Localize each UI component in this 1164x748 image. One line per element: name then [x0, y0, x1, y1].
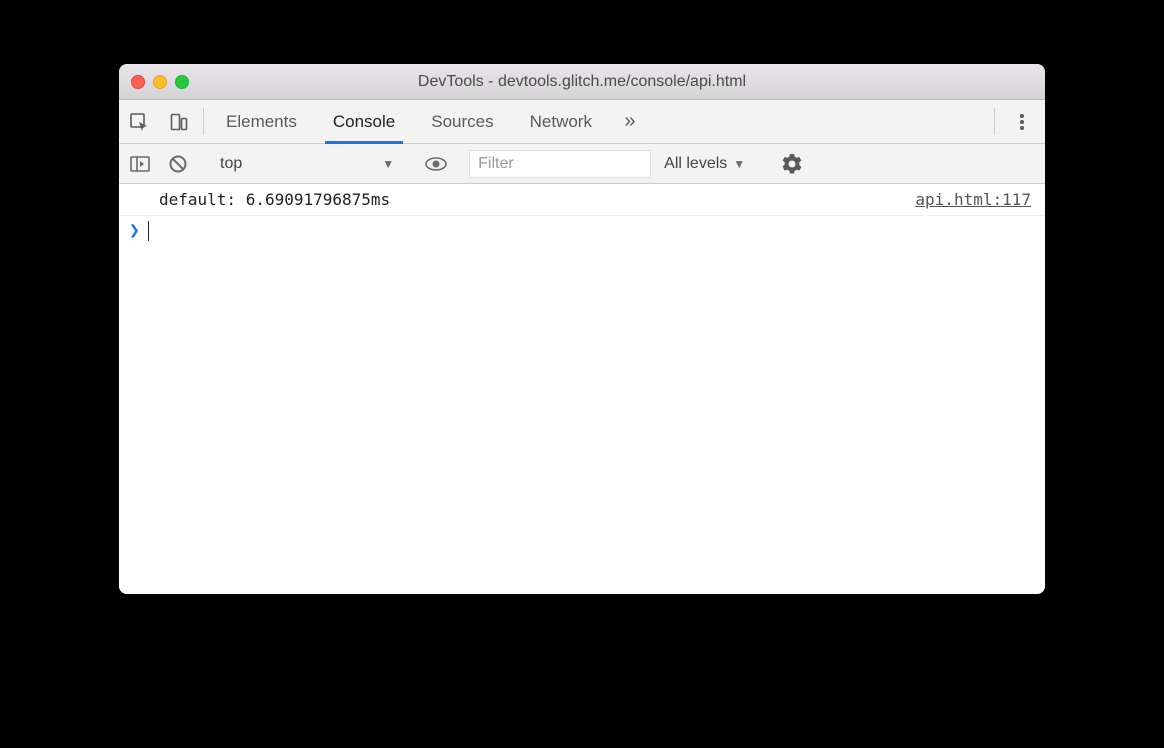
chevron-right-double-icon: »: [624, 110, 635, 133]
console-toolbar: top ▼ All levels ▼: [119, 144, 1045, 184]
console-log-row[interactable]: default: 6.69091796875ms api.html:117: [119, 184, 1045, 216]
chevron-down-icon: ▼: [733, 157, 745, 171]
tab-elements[interactable]: Elements: [208, 100, 315, 143]
inspect-element-icon[interactable]: [119, 100, 159, 143]
window-title: DevTools - devtools.glitch.me/console/ap…: [119, 73, 1045, 91]
tab-network[interactable]: Network: [512, 100, 610, 143]
close-window-button[interactable]: [131, 75, 145, 89]
log-levels-select[interactable]: All levels ▼: [654, 155, 755, 173]
clear-console-icon[interactable]: [161, 148, 195, 180]
text-cursor: [148, 221, 150, 241]
window-controls: [131, 75, 189, 89]
tab-console[interactable]: Console: [315, 100, 413, 143]
panel-tabs: Elements Console Sources Network: [208, 100, 610, 143]
live-expression-icon[interactable]: [419, 148, 453, 180]
divider: [994, 108, 995, 135]
console-output: default: 6.69091796875ms api.html:117 ❯: [119, 184, 1045, 594]
main-tabbar: Elements Console Sources Network »: [119, 100, 1045, 144]
context-label: top: [220, 155, 242, 173]
device-toolbar-icon[interactable]: [159, 100, 199, 143]
titlebar: DevTools - devtools.glitch.me/console/ap…: [119, 64, 1045, 100]
devtools-window: DevTools - devtools.glitch.me/console/ap…: [119, 64, 1045, 594]
log-source-link[interactable]: api.html:117: [915, 190, 1031, 209]
chevron-down-icon: ▼: [382, 157, 394, 171]
divider: [203, 108, 204, 135]
tab-label: Sources: [431, 112, 493, 132]
tab-sources[interactable]: Sources: [413, 100, 511, 143]
minimize-window-button[interactable]: [153, 75, 167, 89]
zoom-window-button[interactable]: [175, 75, 189, 89]
log-message: default: 6.69091796875ms: [159, 190, 390, 209]
settings-menu-button[interactable]: [999, 100, 1045, 143]
prompt-chevron-icon: ❯: [129, 220, 140, 241]
tab-label: Console: [333, 112, 395, 132]
filter-input[interactable]: [470, 151, 650, 177]
toggle-console-sidebar-icon[interactable]: [123, 148, 157, 180]
tab-label: Elements: [226, 112, 297, 132]
tab-label: Network: [530, 112, 592, 132]
execution-context-select[interactable]: top ▼: [212, 155, 402, 173]
levels-label: All levels: [664, 155, 727, 173]
more-tabs-button[interactable]: »: [610, 100, 650, 143]
console-settings-icon[interactable]: [772, 154, 812, 174]
spacer: [650, 100, 990, 143]
console-prompt[interactable]: ❯: [119, 216, 1045, 245]
